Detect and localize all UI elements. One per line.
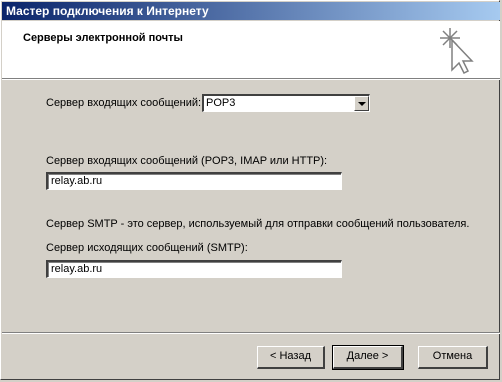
incoming-type-select[interactable]: POP3 <box>202 94 370 112</box>
outgoing-server-input[interactable]: relay.ab.ru <box>46 260 342 278</box>
footer-separator <box>2 332 500 334</box>
incoming-server-label: Сервер входящих сообщений (POP3, IMAP ил… <box>46 155 328 167</box>
smtp-note: Сервер SMTP - это сервер, используемый д… <box>46 218 470 230</box>
incoming-type-value: POP3 <box>206 97 236 109</box>
wizard-sparkle-cursor-icon <box>440 28 474 74</box>
back-button[interactable]: < Назад <box>257 346 325 369</box>
wizard-window: Мастер подключения к Интернету Серверы э… <box>0 0 500 380</box>
title-bar[interactable]: Мастер подключения к Интернету <box>2 2 500 20</box>
next-button[interactable]: Далее > <box>332 345 404 370</box>
header-separator <box>2 78 500 80</box>
cancel-button[interactable]: Отмена <box>418 346 488 369</box>
page-title: Серверы электронной почты <box>23 32 183 44</box>
incoming-server-input[interactable]: relay.ab.ru <box>46 172 342 190</box>
incoming-type-label: Сервер входящих сообщений: <box>46 97 202 109</box>
window-title: Мастер подключения к Интернету <box>6 4 209 18</box>
outgoing-server-label: Сервер исходящих сообщений (SMTP): <box>46 242 248 254</box>
chevron-down-icon <box>358 102 366 106</box>
dropdown-button[interactable] <box>354 96 369 111</box>
wizard-header: Серверы электронной почты <box>2 21 500 78</box>
